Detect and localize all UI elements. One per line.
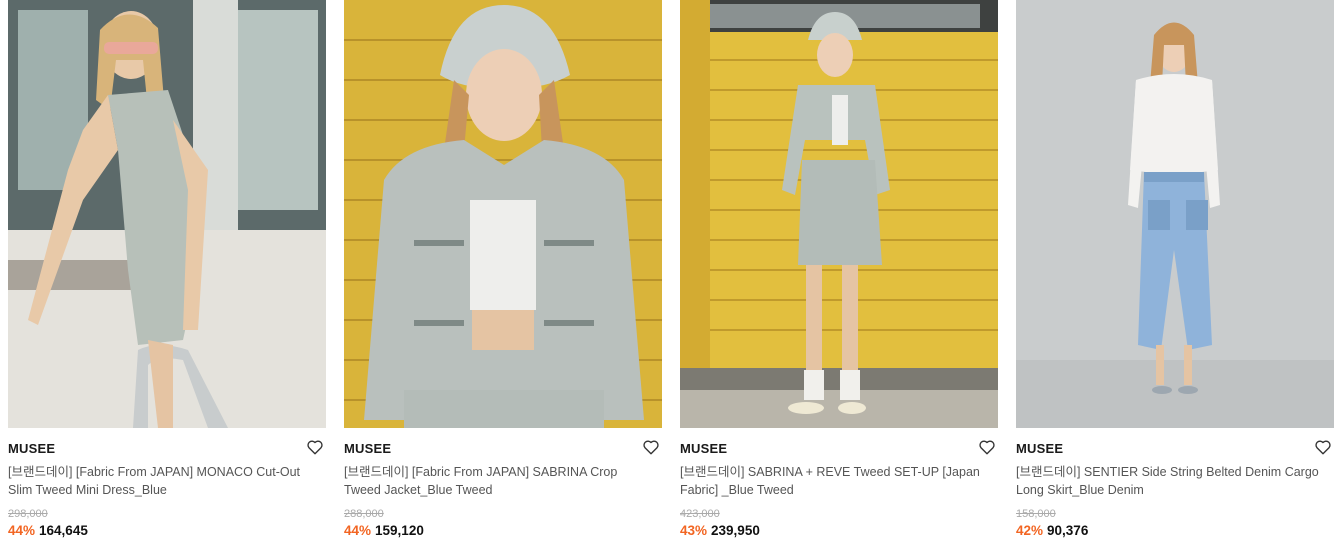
product-name[interactable]: [브랜드데이] [Fabric From JAPAN] SABRINA Crop…	[344, 463, 654, 499]
sale-price: 239,950	[711, 523, 760, 538]
wishlist-button[interactable]	[978, 438, 998, 458]
product-image[interactable]	[344, 0, 662, 428]
sale-price: 164,645	[39, 523, 88, 538]
discount-rate: 42%	[1016, 523, 1044, 538]
price-line: 43% 239,950	[680, 523, 760, 538]
brand-name[interactable]: MUSEE	[680, 441, 727, 456]
product-card[interactable]: MUSEE [브랜드데이] SABRINA + REVE Tweed SET-U…	[680, 0, 998, 546]
sale-price: 159,120	[375, 523, 424, 538]
price-line: 42% 90,376	[1016, 523, 1088, 538]
price-line: 44% 164,645	[8, 523, 88, 538]
brand-name[interactable]: MUSEE	[1016, 441, 1063, 456]
product-card[interactable]: MUSEE [브랜드데이] SENTIER Side String Belted…	[1016, 0, 1334, 546]
heart-icon	[1315, 440, 1331, 455]
product-name[interactable]: [브랜드데이] [Fabric From JAPAN] MONACO Cut-O…	[8, 463, 318, 499]
product-card[interactable]: MUSEE [브랜드데이] [Fabric From JAPAN] SABRIN…	[344, 0, 662, 546]
heart-icon	[307, 440, 323, 455]
price-line: 44% 159,120	[344, 523, 424, 538]
brand-name[interactable]: MUSEE	[8, 441, 55, 456]
wishlist-button[interactable]	[1314, 438, 1334, 458]
heart-icon	[979, 440, 995, 455]
product-image[interactable]	[680, 0, 998, 428]
product-image[interactable]	[8, 0, 326, 428]
wishlist-button[interactable]	[642, 438, 662, 458]
discount-rate: 43%	[680, 523, 708, 538]
original-price: 288,000	[344, 508, 384, 520]
original-price: 298,000	[8, 508, 48, 520]
product-name[interactable]: [브랜드데이] SABRINA + REVE Tweed SET-UP [Jap…	[680, 463, 990, 499]
discount-rate: 44%	[344, 523, 372, 538]
product-name[interactable]: [브랜드데이] SENTIER Side String Belted Denim…	[1016, 463, 1326, 499]
wishlist-button[interactable]	[306, 438, 326, 458]
product-card[interactable]: MUSEE [브랜드데이] [Fabric From JAPAN] MONACO…	[8, 0, 326, 546]
original-price: 423,000	[680, 508, 720, 520]
original-price: 158,000	[1016, 508, 1056, 520]
discount-rate: 44%	[8, 523, 36, 538]
product-image[interactable]	[1016, 0, 1334, 428]
heart-icon	[643, 440, 659, 455]
sale-price: 90,376	[1047, 523, 1089, 538]
brand-name[interactable]: MUSEE	[344, 441, 391, 456]
product-grid: MUSEE [브랜드데이] [Fabric From JAPAN] MONACO…	[0, 0, 1342, 546]
